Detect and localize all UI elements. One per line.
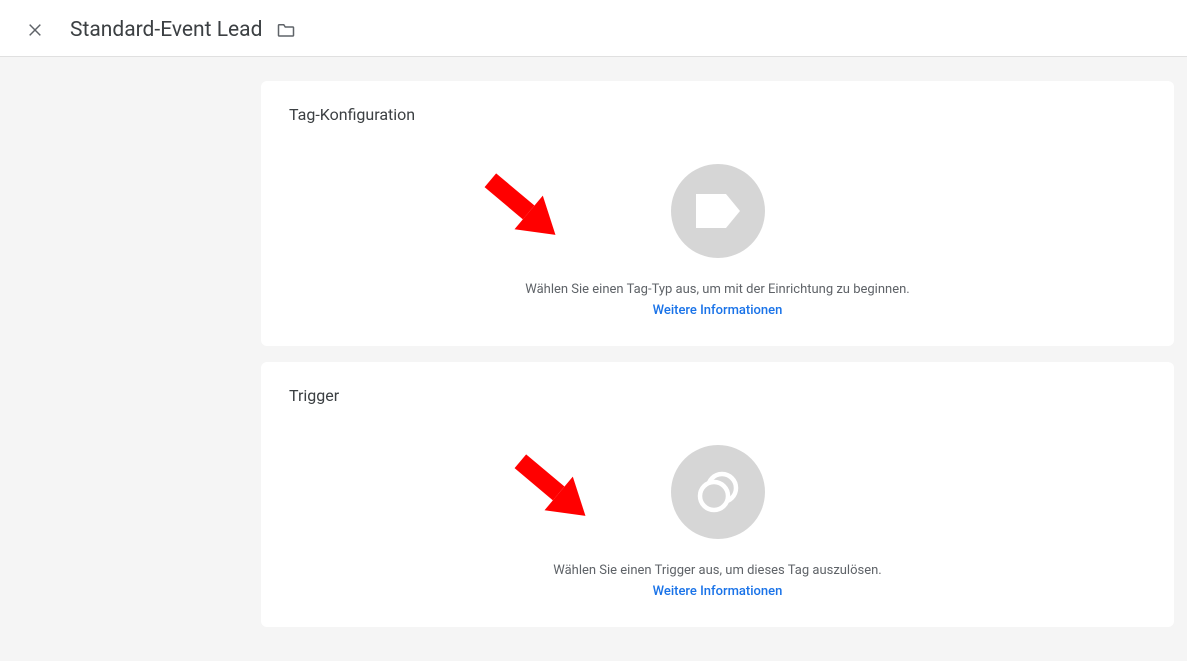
tag-prompt-text: Wählen Sie einen Tag-Typ aus, um mit der… [525,282,909,297]
page-title[interactable]: Standard-Event Lead [70,18,262,42]
trigger-card-body: Wählen Sie einen Trigger aus, um dieses … [289,429,1146,599]
close-icon[interactable] [26,21,44,39]
tag-card-body: Wählen Sie einen Tag-Typ aus, um mit der… [289,148,1146,318]
trigger-icon [671,445,765,539]
main-content: Tag-Konfiguration Wählen Sie einen Tag-T… [0,57,1187,661]
folder-icon[interactable] [276,20,296,40]
trigger-card[interactable]: Trigger Wählen Sie einen Trigger aus, um… [261,362,1174,627]
trigger-more-info-link[interactable]: Weitere Informationen [653,584,783,599]
trigger-card-title: Trigger [289,386,1146,405]
header-bar: Standard-Event Lead [0,0,1187,57]
tag-configuration-card[interactable]: Tag-Konfiguration Wählen Sie einen Tag-T… [261,81,1174,346]
tag-icon [671,164,765,258]
trigger-prompt-text: Wählen Sie einen Trigger aus, um dieses … [553,563,881,578]
tag-more-info-link[interactable]: Weitere Informationen [653,303,783,318]
tag-card-title: Tag-Konfiguration [289,105,1146,124]
